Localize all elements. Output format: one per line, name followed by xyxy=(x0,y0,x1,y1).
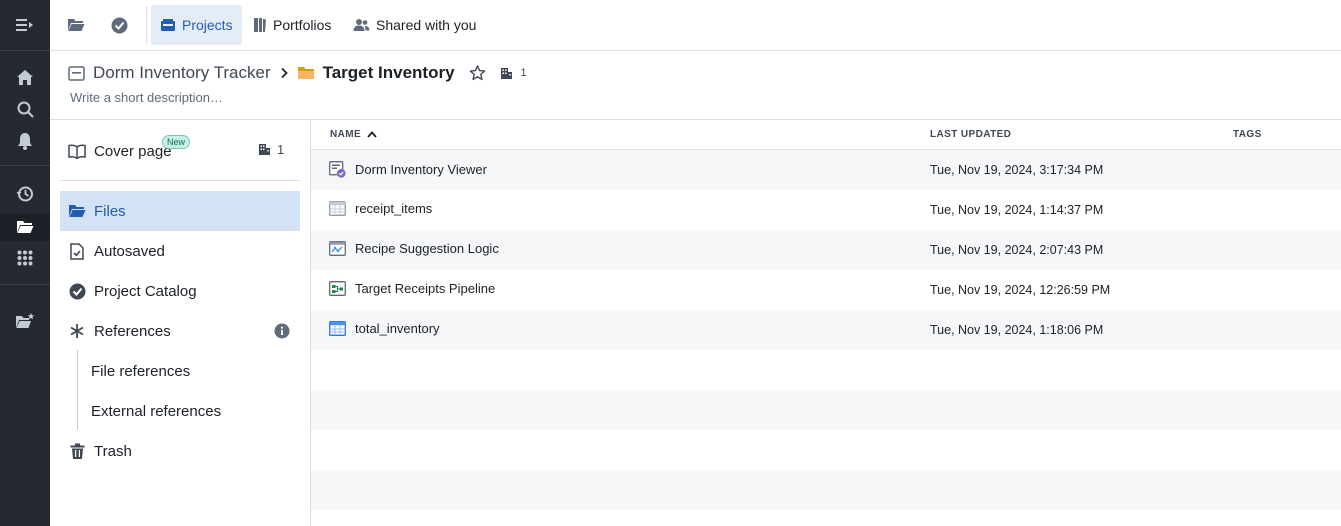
tab-projects[interactable]: Projects xyxy=(151,5,242,45)
organization-icon xyxy=(500,67,513,80)
sidebar-item-external-references[interactable]: External references xyxy=(91,391,221,431)
folder-open-icon xyxy=(68,202,86,220)
open-folder-icon[interactable] xyxy=(64,13,88,37)
sidebar-item-project-catalog[interactable]: Project Catalog xyxy=(60,271,300,311)
description-field[interactable]: Write a short description… xyxy=(70,90,223,105)
sidebar-item-trash[interactable]: Trash xyxy=(60,431,300,471)
info-icon[interactable] xyxy=(274,323,290,339)
file-name: Target Receipts Pipeline xyxy=(355,281,496,296)
sidebar-item-catalog-label: Project Catalog xyxy=(94,282,197,300)
pipeline-icon xyxy=(329,281,346,296)
history-icon[interactable] xyxy=(13,182,37,206)
breadcrumb: Dorm Inventory Tracker Target Inventory … xyxy=(68,63,527,83)
shared-people-icon xyxy=(353,18,370,32)
projects-icon xyxy=(160,18,176,32)
cover-organization-count: 1 xyxy=(258,142,284,157)
asterisk-icon xyxy=(68,322,86,340)
tab-projects-label: Projects xyxy=(182,17,233,33)
file-updated: Tue, Nov 19, 2024, 12:26:59 PM xyxy=(930,283,1111,297)
column-header-tags[interactable]: TAGS xyxy=(1233,129,1262,140)
table-row[interactable]: Dorm Inventory Viewer Tue, Nov 19, 2024,… xyxy=(311,150,1341,190)
sidebar-item-trash-label: Trash xyxy=(94,442,132,460)
file-updated: Tue, Nov 19, 2024, 1:14:37 PM xyxy=(930,203,1104,217)
chevron-right-icon xyxy=(279,67,289,79)
tab-portfolios[interactable]: Portfolios xyxy=(244,5,340,45)
sidebar-item-autosaved[interactable]: Autosaved xyxy=(60,231,300,271)
favorite-folder-icon[interactable] xyxy=(13,309,37,333)
organization-icon xyxy=(258,143,271,156)
dataset-icon xyxy=(329,321,346,336)
apps-grid-icon[interactable] xyxy=(13,246,37,270)
project-header: Dorm Inventory Tracker Target Inventory … xyxy=(50,51,1341,120)
approved-check-icon[interactable] xyxy=(107,13,131,37)
breadcrumb-parent-link[interactable]: Dorm Inventory Tracker xyxy=(93,63,271,83)
empty-row xyxy=(311,470,1341,510)
empty-row xyxy=(311,430,1341,470)
table-row[interactable]: Recipe Suggestion Logic Tue, Nov 19, 202… xyxy=(311,230,1341,270)
project-sidebar: Cover page New 1 Files Autosaved Project… xyxy=(50,120,311,526)
sidebar-item-references[interactable]: References xyxy=(60,311,300,351)
table-row[interactable]: receipt_items Tue, Nov 19, 2024, 1:14:37… xyxy=(311,190,1341,230)
logic-icon xyxy=(329,241,346,256)
sidebar-item-cover-label: Cover page xyxy=(94,142,172,160)
sidebar-item-files[interactable]: Files xyxy=(60,191,300,231)
column-header-last-updated[interactable]: LAST UPDATED xyxy=(930,129,1011,140)
app-rail xyxy=(0,0,50,526)
table-row[interactable]: total_inventory Tue, Nov 19, 2024, 1:18:… xyxy=(311,310,1341,350)
empty-row xyxy=(311,390,1341,430)
top-bar: Projects Portfolios Shared with you xyxy=(50,0,1341,51)
open-book-icon xyxy=(68,142,86,160)
file-name: Dorm Inventory Viewer xyxy=(355,162,487,177)
autosave-document-icon xyxy=(68,242,86,260)
file-updated: Tue, Nov 19, 2024, 2:07:43 PM xyxy=(930,243,1104,257)
file-name: total_inventory xyxy=(355,321,440,336)
sidebar-item-file-references[interactable]: File references xyxy=(91,351,190,391)
tab-shared-label: Shared with you xyxy=(376,17,477,33)
home-icon[interactable] xyxy=(13,65,37,89)
folder-yellow-icon xyxy=(297,66,315,80)
collapse-menu-icon[interactable] xyxy=(13,13,37,37)
file-name: receipt_items xyxy=(355,201,433,216)
file-updated: Tue, Nov 19, 2024, 3:17:34 PM xyxy=(930,163,1104,177)
sidebar-item-references-label: References xyxy=(94,322,171,340)
table-header: NAME LAST UPDATED TAGS xyxy=(311,120,1341,150)
table-row[interactable]: Target Receipts Pipeline Tue, Nov 19, 20… xyxy=(311,270,1341,310)
tab-shared-with-you[interactable]: Shared with you xyxy=(344,5,485,45)
catalog-check-icon xyxy=(68,282,86,300)
file-name: Recipe Suggestion Logic xyxy=(355,241,499,256)
new-badge: New xyxy=(162,135,191,149)
project-icon xyxy=(68,65,85,81)
trash-icon xyxy=(68,442,86,460)
empty-row xyxy=(311,350,1341,390)
file-updated: Tue, Nov 19, 2024, 1:18:06 PM xyxy=(930,323,1104,337)
portfolios-icon xyxy=(253,17,267,33)
notifications-bell-icon[interactable] xyxy=(13,129,37,153)
search-icon[interactable] xyxy=(13,97,37,121)
sidebar-item-autosaved-label: Autosaved xyxy=(94,242,165,260)
sort-ascending-icon xyxy=(367,131,377,138)
tab-portfolios-label: Portfolios xyxy=(273,17,332,33)
dataset-icon xyxy=(329,201,346,216)
page-title: Target Inventory xyxy=(322,63,455,82)
column-header-name[interactable]: NAME xyxy=(330,129,377,140)
sidebar-item-files-label: Files xyxy=(94,202,126,220)
workshop-app-icon xyxy=(329,161,346,178)
files-folder-icon[interactable] xyxy=(13,215,37,239)
organization-count: 1 xyxy=(520,67,527,79)
star-favorite-icon[interactable] xyxy=(469,65,486,81)
files-table: NAME LAST UPDATED TAGS Dorm Inventory Vi… xyxy=(311,120,1341,526)
